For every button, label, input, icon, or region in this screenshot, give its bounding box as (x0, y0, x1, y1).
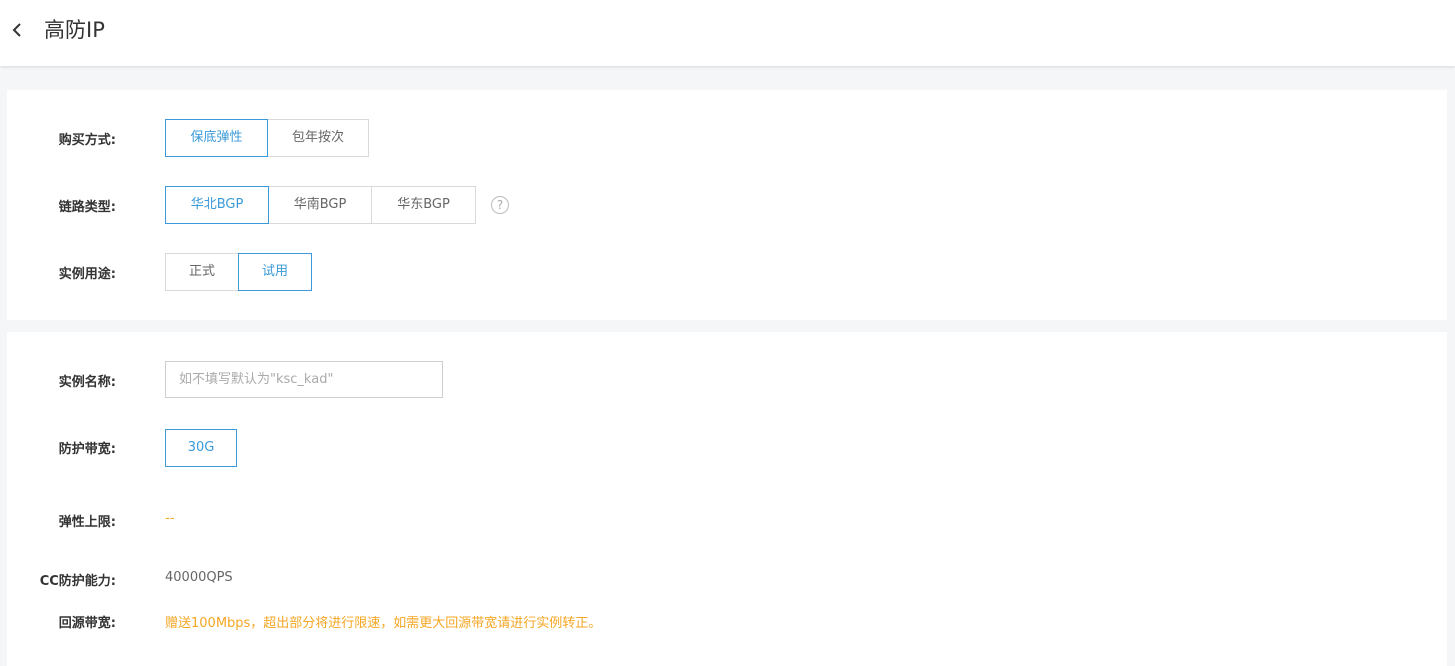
purchase-option-guaranteed-elastic[interactable]: 保底弹性 (165, 119, 268, 157)
chevron-left-icon[interactable] (8, 20, 28, 40)
purchase-method-label: 购买方式: (58, 133, 116, 148)
usage-option-formal[interactable]: 正式 (165, 253, 239, 291)
instance-usage-label: 实例用途: (58, 267, 116, 282)
protection-bandwidth-label: 防护带宽: (58, 442, 116, 457)
purchase-method-selector: 保底弹性 包年按次 (165, 119, 369, 157)
question-circle-icon[interactable]: ? (491, 196, 509, 214)
page-header: 高防IP (0, 0, 1455, 66)
link-option-north-bgp[interactable]: 华北BGP (165, 186, 269, 224)
bandwidth-option-30g[interactable]: 30G (165, 429, 237, 467)
back-source-bandwidth-label: 回源带宽: (58, 616, 116, 631)
elastic-limit-value: -- (165, 511, 175, 526)
instance-name-input[interactable] (165, 361, 443, 398)
elastic-limit-label: 弹性上限: (58, 515, 116, 530)
purchase-option-yearly-per-use[interactable]: 包年按次 (267, 119, 369, 157)
cc-protection-label: CC防护能力: (39, 574, 116, 589)
cc-protection-value: 40000QPS (165, 570, 233, 585)
usage-option-trial[interactable]: 试用 (238, 253, 312, 291)
link-type-label: 链路类型: (58, 200, 116, 215)
link-type-selector: 华北BGP 华南BGP 华东BGP (165, 186, 476, 224)
link-option-south-bgp[interactable]: 华南BGP (268, 186, 372, 224)
page-title: 高防IP (44, 18, 105, 42)
protection-bandwidth-selector: 30G (165, 429, 237, 467)
back-source-bandwidth-note: 赠送100Mbps，超出部分将进行限速，如需更大回源带宽请进行实例转正。 (165, 616, 602, 631)
instance-usage-selector: 正式 试用 (165, 253, 312, 291)
link-option-east-bgp[interactable]: 华东BGP (371, 186, 476, 224)
instance-name-label: 实例名称: (58, 375, 116, 390)
